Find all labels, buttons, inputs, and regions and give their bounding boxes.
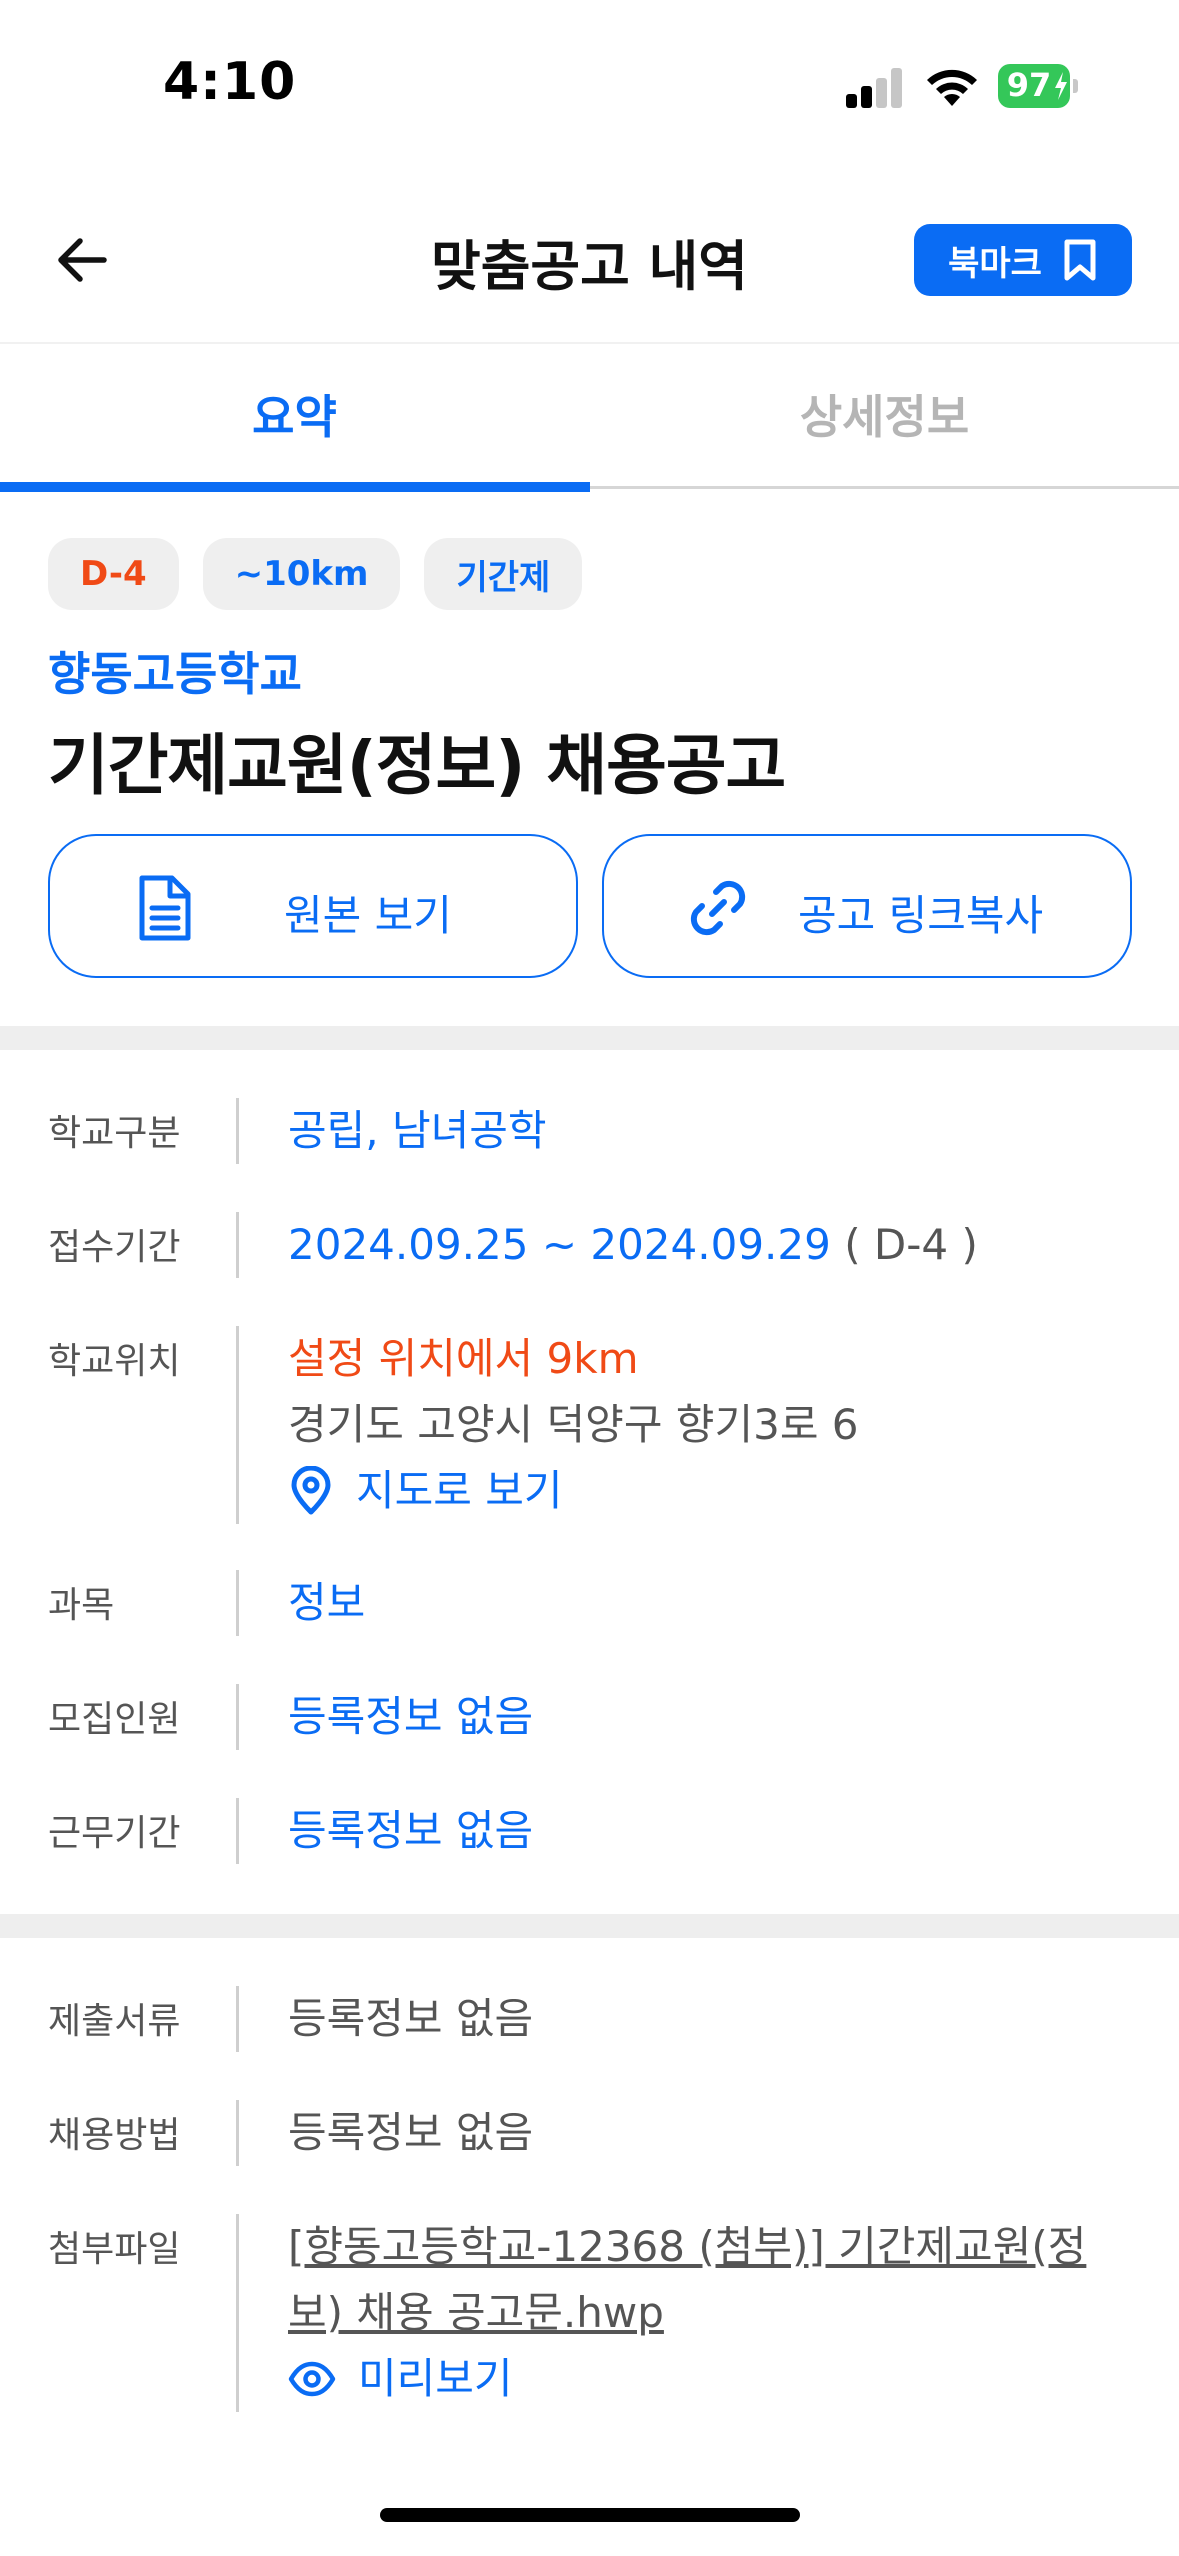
documents-value: 등록정보 없음 xyxy=(288,1994,534,2043)
attachment-file-link[interactable]: [향동고등학교-12368 (첨부)] 기간제교원(정 보) 채용 공고문.hw… xyxy=(288,2214,1148,2346)
info-separator xyxy=(236,2100,239,2166)
location-value: 설정 위치에서 9km 경기도 고양시 덕양구 향기3로 6 지도로 보기 xyxy=(288,1326,1148,1524)
tab-summary[interactable]: 요약 xyxy=(0,344,589,484)
section-divider xyxy=(0,1026,1179,1050)
info-separator xyxy=(236,1212,239,1278)
info-label: 모집인원 xyxy=(48,1699,181,1740)
bookmark-button[interactable]: 북마크 xyxy=(914,224,1132,296)
link-icon xyxy=(682,872,754,944)
period-dday: ( D-4 ) xyxy=(830,1220,978,1269)
info-label: 첨부파일 xyxy=(48,2229,181,2270)
app-header: 맞춤공고 내역 북마크 xyxy=(0,200,1179,340)
tab-active-indicator xyxy=(0,482,590,492)
bookmark-icon xyxy=(1064,239,1096,281)
preview-link[interactable]: 미리보기 xyxy=(288,2346,1148,2412)
info-label: 학교위치 xyxy=(48,1341,181,1382)
info-label: 과목 xyxy=(48,1585,115,1626)
distance-chip: ~10km xyxy=(202,538,401,610)
info-separator xyxy=(236,1570,239,1636)
school-type-value: 공립, 남녀공학 xyxy=(288,1106,547,1155)
info-separator xyxy=(236,1684,239,1750)
method-value: 등록정보 없음 xyxy=(288,2108,534,2157)
info-label: 제출서류 xyxy=(48,2001,181,2042)
subject-value: 정보 xyxy=(288,1578,366,1627)
attachment-file-line2: 보) 채용 공고문.hwp xyxy=(288,2288,664,2337)
info-label: 학교구분 xyxy=(48,1113,181,1154)
info-separator xyxy=(236,1326,239,1524)
status-time: 4:10 xyxy=(163,52,297,112)
info-separator xyxy=(236,1986,239,2052)
work-period-value: 등록정보 없음 xyxy=(288,1806,534,1855)
info-label: 채용방법 xyxy=(48,2115,181,2156)
job-type-chip: 기간제 xyxy=(424,538,583,610)
recruits-value: 등록정보 없음 xyxy=(288,1692,534,1741)
section-divider xyxy=(0,1914,1179,1938)
info-separator xyxy=(236,1798,239,1864)
document-icon xyxy=(128,872,200,944)
eye-icon xyxy=(288,2361,336,2397)
status-bar: 4:10 97 xyxy=(0,0,1179,170)
school-name: 향동고등학교 xyxy=(48,647,302,701)
job-title: 기간제교원(정보) 채용공고 xyxy=(48,727,786,804)
attachment-value: [향동고등학교-12368 (첨부)] 기간제교원(정 보) 채용 공고문.hw… xyxy=(288,2214,1148,2412)
period-value: 2024.09.25 ~ 2024.09.29 ( D-4 ) xyxy=(288,1212,1148,1278)
copy-link-button[interactable]: 공고 링크복사 xyxy=(602,834,1132,978)
tab-bar: 요약 상세정보 xyxy=(0,344,1179,492)
attachment-file-line1: [향동고등학교-12368 (첨부)] 기간제교원(정 xyxy=(288,2222,1087,2271)
preview-label: 미리보기 xyxy=(358,2354,513,2403)
wifi-icon xyxy=(927,69,977,106)
info-separator xyxy=(236,2214,239,2412)
battery-percent: 97 xyxy=(1006,66,1052,104)
tag-chips: D-4 ~10km 기간제 xyxy=(48,538,583,610)
view-original-label: 원본 보기 xyxy=(284,891,452,940)
period-dates: 2024.09.25 ~ 2024.09.29 xyxy=(288,1220,831,1269)
location-distance: 설정 위치에서 9km xyxy=(288,1334,639,1383)
view-map-label: 지도로 보기 xyxy=(356,1466,563,1515)
battery-charging-icon: 97 xyxy=(998,64,1078,108)
bookmark-label: 북마크 xyxy=(948,243,1042,284)
dday-chip: D-4 xyxy=(48,538,179,610)
tab-detail[interactable]: 상세정보 xyxy=(590,344,1179,484)
location-address: 경기도 고양시 덕양구 향기3로 6 xyxy=(288,1400,859,1449)
view-map-link[interactable]: 지도로 보기 xyxy=(288,1458,1148,1524)
location-pin-icon xyxy=(291,1466,331,1515)
home-indicator[interactable] xyxy=(380,2508,800,2522)
info-label: 근무기간 xyxy=(48,1813,181,1854)
view-original-button[interactable]: 원본 보기 xyxy=(48,834,578,978)
info-separator xyxy=(236,1098,239,1164)
cellular-signal-icon xyxy=(846,68,904,108)
copy-link-label: 공고 링크복사 xyxy=(798,891,1044,940)
info-label: 접수기간 xyxy=(48,1227,181,1268)
